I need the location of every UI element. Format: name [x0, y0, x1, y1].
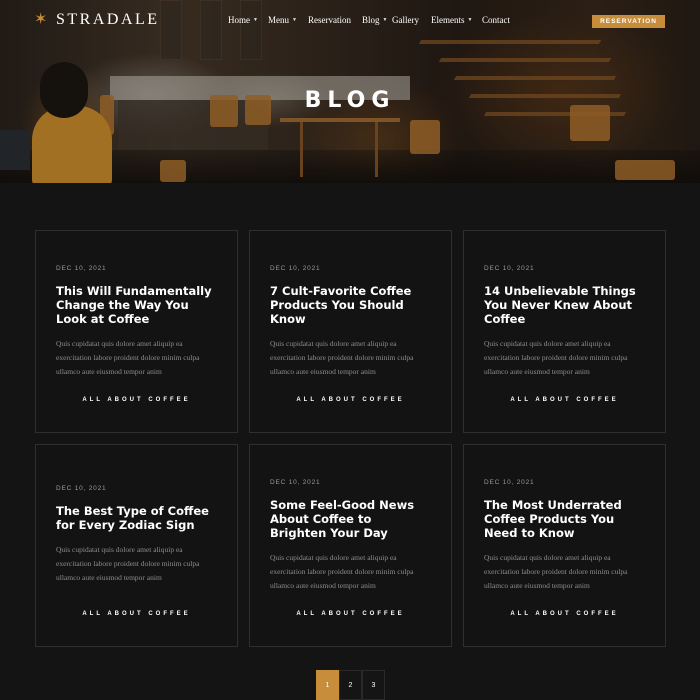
post-category-link[interactable]: ALL ABOUT COFFEE	[464, 397, 665, 403]
blog-card[interactable]: DEC 10, 2021 This Will Fundamentally Cha…	[35, 230, 238, 433]
page-button-1[interactable]: 1	[316, 670, 339, 700]
post-title[interactable]: The Best Type of Coffee for Every Zodiac…	[56, 504, 217, 532]
post-excerpt: Quis cupidatat quis dolore amet aliquip …	[484, 339, 628, 376]
chevron-down-icon: ▼	[292, 17, 297, 23]
post-date: DEC 10, 2021	[56, 485, 107, 492]
nav-item-label: Elements	[431, 15, 465, 25]
post-category-link[interactable]: ALL ABOUT COFFEE	[36, 611, 237, 617]
nav-item-contact[interactable]: Contact	[482, 15, 522, 25]
blog-card[interactable]: DEC 10, 2021 The Most Underrated Coffee …	[463, 444, 666, 647]
post-title[interactable]: 7 Cult-Favorite Coffee Products You Shou…	[270, 284, 431, 326]
nav-item-label: Gallery	[392, 15, 419, 25]
blog-card[interactable]: DEC 10, 2021 Some Feel-Good News About C…	[249, 444, 452, 647]
blog-grid: DEC 10, 2021 This Will Fundamentally Cha…	[35, 230, 666, 648]
nav-item-label: Home	[228, 15, 250, 25]
post-date: DEC 10, 2021	[270, 265, 321, 272]
post-excerpt: Quis cupidatat quis dolore amet aliquip …	[484, 553, 628, 590]
hero-banner: ✶ STRADALE Home ▼ Menu ▼ Reservation Blo…	[0, 0, 700, 183]
post-category-link[interactable]: ALL ABOUT COFFEE	[464, 611, 665, 617]
post-category-link[interactable]: ALL ABOUT COFFEE	[250, 611, 451, 617]
blog-card[interactable]: DEC 10, 2021 The Best Type of Coffee for…	[35, 444, 238, 647]
page-button-2[interactable]: 2	[339, 670, 362, 700]
chevron-down-icon: ▼	[382, 17, 388, 23]
post-category-link[interactable]: ALL ABOUT COFFEE	[36, 397, 237, 403]
post-excerpt: Quis cupidatat quis dolore amet aliquip …	[270, 553, 414, 590]
post-excerpt: Quis cupidatat quis dolore amet aliquip …	[56, 339, 200, 376]
main-menu: Home ▼ Menu ▼ Reservation Blog ▼ Gallery…	[228, 15, 522, 25]
page-button-3[interactable]: 3	[362, 670, 385, 700]
post-excerpt: Quis cupidatat quis dolore amet aliquip …	[56, 545, 200, 582]
nav-item-elements[interactable]: Elements ▼	[431, 15, 482, 25]
post-date: DEC 10, 2021	[484, 265, 535, 272]
pagination: 1 2 3	[316, 670, 385, 700]
nav-item-reservation[interactable]: Reservation	[308, 15, 362, 25]
post-title[interactable]: This Will Fundamentally Change the Way Y…	[56, 284, 217, 326]
post-category-link[interactable]: ALL ABOUT COFFEE	[250, 397, 451, 403]
top-nav: ✶ STRADALE Home ▼ Menu ▼ Reservation Blo…	[0, 0, 700, 44]
nav-item-label: Blog	[362, 15, 380, 25]
post-date: DEC 10, 2021	[484, 479, 535, 486]
reservation-button[interactable]: RESERVATION	[592, 15, 665, 28]
post-excerpt: Quis cupidatat quis dolore amet aliquip …	[270, 339, 414, 376]
brand-name: STRADALE	[56, 11, 160, 28]
post-date: DEC 10, 2021	[270, 479, 321, 486]
post-title[interactable]: Some Feel-Good News About Coffee to Brig…	[270, 498, 431, 540]
nav-item-label: Menu	[268, 15, 289, 25]
nav-item-label: Contact	[482, 15, 510, 25]
post-date: DEC 10, 2021	[56, 265, 107, 272]
star-compass-icon: ✶	[34, 11, 48, 28]
page-title: BLOG	[304, 88, 396, 113]
chevron-down-icon: ▼	[467, 17, 473, 23]
nav-item-menu[interactable]: Menu ▼	[268, 15, 308, 25]
nav-item-label: Reservation	[308, 15, 351, 25]
nav-item-gallery[interactable]: Gallery	[392, 15, 431, 25]
logo[interactable]: ✶ STRADALE	[34, 11, 160, 29]
blog-card[interactable]: DEC 10, 2021 7 Cult-Favorite Coffee Prod…	[249, 230, 452, 433]
post-title[interactable]: The Most Underrated Coffee Products You …	[484, 498, 645, 540]
post-title[interactable]: 14 Unbelievable Things You Never Knew Ab…	[484, 284, 645, 326]
nav-item-blog[interactable]: Blog ▼	[362, 15, 392, 25]
chevron-down-icon: ▼	[253, 17, 258, 23]
nav-item-home[interactable]: Home ▼	[228, 15, 268, 25]
blog-card[interactable]: DEC 10, 2021 14 Unbelievable Things You …	[463, 230, 666, 433]
